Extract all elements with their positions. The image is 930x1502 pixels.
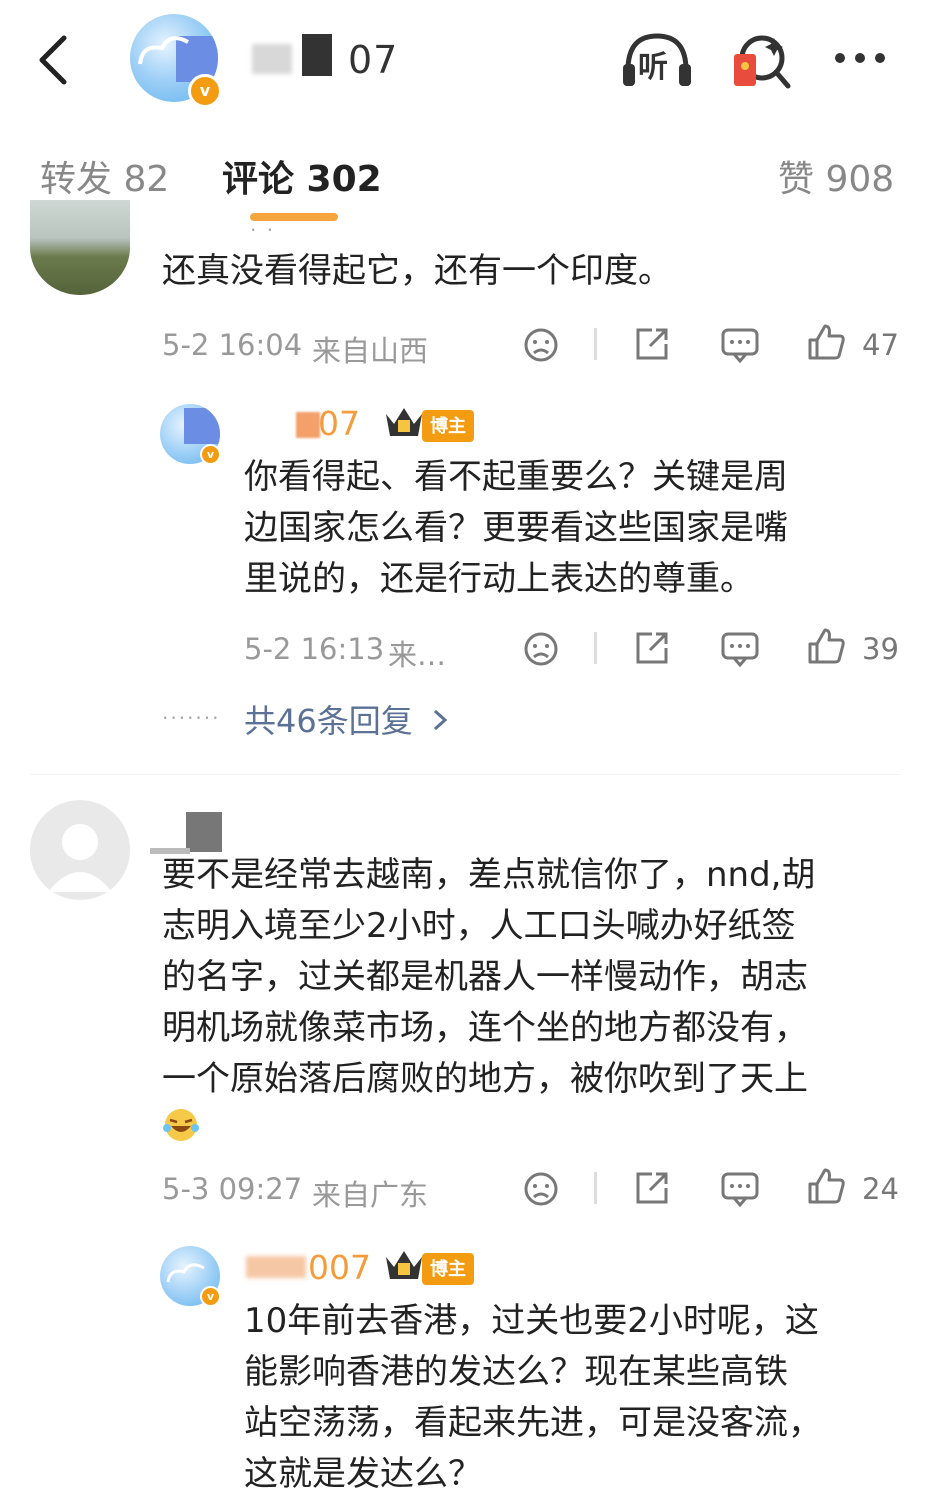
name-mosaic xyxy=(252,44,292,74)
share-icon xyxy=(636,632,668,664)
reply-text: 你看得起、看不起重要么？关键是周 边国家怎么看？更要看这些国家是嘴 里说的，还是… xyxy=(244,452,904,605)
blogger-badge: 博主 xyxy=(422,410,474,442)
divider xyxy=(594,328,597,360)
dislike-button[interactable] xyxy=(522,1170,560,1212)
red-packet-icon xyxy=(734,35,791,89)
comment-text-line: 一个原始落后腐败的地方，被你吹到了天上 xyxy=(162,1059,808,1099)
thumbs-up-icon xyxy=(808,1168,845,1204)
divider xyxy=(594,632,597,664)
commenter-avatar[interactable] xyxy=(30,800,130,900)
comment-time: 5-3 09:27 xyxy=(162,1172,303,1206)
comment-text: 要不是经常去越南，差点就信你了，nnd,胡 志明入境至少2小时，人工口头喊办好纸… xyxy=(162,850,912,1105)
divider xyxy=(594,1172,597,1204)
comment-location: 来自山西 xyxy=(312,334,429,368)
reply-text-line: 边国家怎么看？更要看这些国家是嘴 xyxy=(244,508,788,548)
dotted-line: ······· xyxy=(162,706,221,730)
like-count: 47 xyxy=(862,328,899,362)
share-icon xyxy=(636,1172,668,1204)
reply-text-line: 能影响香港的发达么？现在某些高铁 xyxy=(244,1352,788,1392)
more-options-button[interactable] xyxy=(832,50,888,70)
reply-author-name[interactable]: 007 xyxy=(308,1248,371,1287)
tab-bar: 转发 82 评论 302 赞 908 xyxy=(0,150,930,210)
blogger-badge: 博主 xyxy=(422,1253,474,1285)
share-button[interactable] xyxy=(632,324,672,368)
comment-icon xyxy=(721,632,759,668)
comment-text-line: 的名字，过关都是机器人一样慢动作，胡志 xyxy=(162,957,808,997)
red-packet-search-button[interactable] xyxy=(730,30,794,98)
name-mosaic xyxy=(246,1256,306,1278)
comment-time: 5-2 16:04 xyxy=(162,328,303,362)
tab-likes[interactable]: 赞 908 xyxy=(778,150,894,202)
commenter-avatar[interactable] xyxy=(30,200,130,295)
share-button[interactable] xyxy=(632,1168,672,1212)
reply-button[interactable] xyxy=(720,1170,760,1212)
tab-comments[interactable]: 评论 302 xyxy=(222,150,382,202)
comment-text-line: 明机场就像菜市场，连个坐的地方都没有， xyxy=(162,1008,808,1048)
reply-text-line: 里说的，还是行动上表达的尊重。 xyxy=(244,559,754,599)
name-mosaic xyxy=(186,812,222,852)
share-icon xyxy=(636,328,668,360)
reply-time: 5-2 16:13 xyxy=(244,632,385,666)
reply-author-name[interactable]: 07 xyxy=(318,404,360,443)
chevron-right-icon xyxy=(433,709,448,731)
reply-text-line: 这就是发达么？ xyxy=(244,1454,482,1494)
more-replies-label: 共46条回复 xyxy=(244,702,413,740)
comment-text-line: 志明入境至少2小时，人工口头喊办好纸签 xyxy=(162,906,796,946)
name-truncated: · · xyxy=(250,218,276,242)
verified-badge-icon: v xyxy=(200,1286,221,1307)
sad-face-icon xyxy=(524,328,558,362)
reply-button[interactable] xyxy=(720,326,760,368)
reply-text-line: 10年前去香港，过关也要2小时呢，这 xyxy=(244,1301,819,1341)
more-dots-icon xyxy=(835,53,885,63)
comment-text: 还真没看得起它，还有一个印度。 xyxy=(162,251,672,291)
thumbs-up-icon xyxy=(808,324,845,360)
dislike-button[interactable] xyxy=(522,326,560,368)
name-mosaic xyxy=(296,412,320,438)
comment-separator xyxy=(30,774,900,775)
comment-icon xyxy=(721,1172,759,1208)
laughing-crying-emoji-icon xyxy=(162,1106,200,1148)
default-user-icon xyxy=(48,824,112,892)
reply-text-line: 站空荡荡，看起来先进，可是没客流， xyxy=(244,1403,822,1443)
verified-badge-icon: v xyxy=(188,74,222,108)
comment-location: 来自广东 xyxy=(312,1178,429,1212)
comment-text-line: 要不是经常去越南，差点就信你了，nnd,胡 xyxy=(162,855,816,895)
comment-icon xyxy=(721,328,759,364)
chevron-left-icon xyxy=(39,35,67,85)
sad-face-icon xyxy=(524,1172,558,1206)
reply-location: 来… xyxy=(388,638,447,672)
verified-badge-icon: v xyxy=(200,444,221,465)
sad-face-icon xyxy=(524,632,558,666)
listen-label: 听 xyxy=(638,50,668,85)
crown-icon xyxy=(382,1245,426,1289)
like-button[interactable] xyxy=(806,322,846,366)
view-more-replies-link[interactable]: 共46条回复 xyxy=(244,696,451,742)
like-button[interactable] xyxy=(806,626,846,670)
dislike-button[interactable] xyxy=(522,630,560,672)
author-name: 07 xyxy=(348,38,399,82)
like-count: 24 xyxy=(862,1172,899,1206)
reply-text-line: 你看得起、看不起重要么？关键是周 xyxy=(244,457,788,497)
back-button[interactable] xyxy=(30,30,80,90)
like-count: 39 xyxy=(862,632,899,666)
like-button[interactable] xyxy=(806,1166,846,1210)
listen-button[interactable]: 听 xyxy=(620,30,694,94)
thumbs-up-icon xyxy=(808,628,845,664)
reply-text: 10年前去香港，过关也要2小时呢，这 能影响香港的发达么？现在某些高铁 站空荡荡… xyxy=(244,1296,904,1500)
share-button[interactable] xyxy=(632,628,672,672)
name-mosaic-block xyxy=(302,34,332,76)
crown-icon xyxy=(382,402,426,446)
tab-reposts[interactable]: 转发 82 xyxy=(40,150,169,202)
reply-button[interactable] xyxy=(720,630,760,672)
